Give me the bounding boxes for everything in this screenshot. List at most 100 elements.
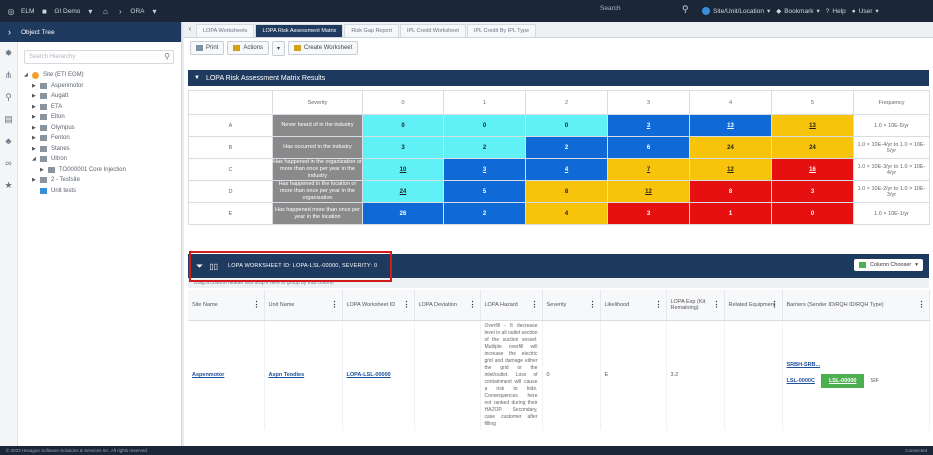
worksheet-link[interactable]: LOPA-LSL-00000 <box>342 320 415 430</box>
tree-node[interactable]: ▶ Fenton <box>24 133 179 144</box>
tree-node[interactable]: Unit tests <box>24 186 179 197</box>
matrix-cell[interactable]: 26 <box>362 202 444 225</box>
tree-node[interactable]: ▶ Stanes <box>24 144 179 155</box>
matrix-cell[interactable]: 12 <box>607 180 690 203</box>
expand-icon[interactable]: ▶ <box>32 93 40 99</box>
global-search-input[interactable]: Search <box>600 5 675 17</box>
expand-icon[interactable]: ▶ <box>32 177 40 183</box>
user-menu[interactable]: ● User ▾ <box>852 7 879 16</box>
bookmark-menu[interactable]: ◆ Bookmark ▾ <box>776 7 820 16</box>
rail-link-icon[interactable]: ∞ <box>0 152 17 174</box>
matrix-cell[interactable]: 4 <box>525 158 608 181</box>
column-menu-icon[interactable]: ⋮ <box>918 300 926 309</box>
tab-risk-gap-report[interactable]: Risk Gap Report <box>344 24 399 37</box>
matrix-cell[interactable]: 3 <box>443 158 526 181</box>
column-menu-icon[interactable]: ⋮ <box>253 300 261 309</box>
collapse-triangle-icon[interactable]: ▼ <box>194 75 200 81</box>
rail-search-icon[interactable]: ⚲ <box>0 86 17 108</box>
module-name[interactable]: ORA <box>130 8 144 15</box>
column-menu-icon[interactable]: ⋮ <box>589 300 597 309</box>
column-menu-icon[interactable]: ⋮ <box>655 300 663 309</box>
rail-document-icon[interactable]: ▤ <box>0 108 17 130</box>
chevron-down-icon[interactable]: ▾ <box>85 7 95 16</box>
barrier-link[interactable]: LSL-0000C <box>787 378 815 384</box>
matrix-cell[interactable]: 4 <box>525 202 608 225</box>
rail-star-icon[interactable]: ✸ <box>0 42 17 64</box>
search-icon[interactable]: ⚲ <box>682 4 689 15</box>
tree-node[interactable]: ◢ Site (ETI EGM) <box>24 70 179 81</box>
create-worksheet-button[interactable]: Create Worksheet <box>288 41 359 55</box>
matrix-cell[interactable]: 13 <box>771 114 854 137</box>
hierarchy-search-input[interactable]: Search Hierarchy ⚲ <box>24 50 174 64</box>
actions-button[interactable]: Actions <box>227 41 270 55</box>
product-name[interactable]: GI Demo <box>54 8 80 15</box>
home-icon[interactable]: ⌂ <box>100 7 110 16</box>
expand-icon[interactable]: ▶ <box>32 114 40 120</box>
col-header-likelihood[interactable]: Likelihood ⋮ <box>600 290 667 321</box>
tab-risk-matrix[interactable]: LOPA Risk Assessment Matrix <box>255 24 344 37</box>
matrix-cell[interactable]: 24 <box>362 180 444 203</box>
tree-node[interactable]: ◢ Ultron <box>24 154 179 165</box>
matrix-cell[interactable]: 16 <box>771 158 854 181</box>
expand-icon[interactable]: ▶ <box>40 167 48 173</box>
expand-icon[interactable]: ▶ <box>32 83 40 89</box>
tree-node[interactable]: ▶ ETA <box>24 102 179 113</box>
tree-node[interactable]: ▶ Aspenmotor <box>24 81 179 92</box>
matrix-cell[interactable]: 5 <box>443 180 526 203</box>
barrier-link[interactable]: SRBH-SRB... <box>787 362 925 368</box>
search-icon[interactable]: ⚲ <box>164 52 170 61</box>
matrix-cell[interactable]: 3 <box>607 114 690 137</box>
tree-node[interactable]: ▶ TO000001 Core Injection <box>24 165 179 176</box>
matrix-cell[interactable]: 0 <box>443 114 526 137</box>
matrix-cell[interactable]: 8 <box>525 180 608 203</box>
actions-dropdown-button[interactable]: ▾ <box>272 40 286 56</box>
tab-ipl-credit-worksheet[interactable]: IPL Credit Worksheet <box>399 24 466 37</box>
expand-icon[interactable]: ▶ <box>32 146 40 152</box>
col-header-barriers[interactable]: Barriers (Sender ID/RQH ID/RQH Type) ⋮ <box>782 290 930 321</box>
col-header-severity[interactable]: Severity ⋮ <box>542 290 601 321</box>
rail-hierarchy-icon[interactable]: ⋔ <box>0 64 17 86</box>
collapse-icon[interactable]: ◢ <box>24 72 32 78</box>
col-header-site[interactable]: Site Name ⋮ <box>188 290 265 321</box>
column-chooser-button[interactable]: Column Chooser ▾ <box>853 259 923 271</box>
matrix-cell[interactable]: 3 <box>771 180 854 203</box>
matrix-cell[interactable]: 0 <box>362 114 444 137</box>
matrix-cell[interactable]: 13 <box>689 114 772 137</box>
column-menu-icon[interactable]: ⋮ <box>403 300 411 309</box>
site-link[interactable]: Aspenmotor <box>188 320 265 430</box>
tree-node[interactable]: ▶ Olympus <box>24 123 179 134</box>
matrix-cell[interactable]: 0 <box>525 114 608 137</box>
section-header[interactable]: ▼ LOPA Risk Assessment Matrix Results <box>188 70 929 86</box>
help-menu[interactable]: ? Help <box>826 8 846 15</box>
matrix-cell[interactable]: 8 <box>689 180 772 203</box>
col-header-hazard[interactable]: LOPA Hazard ⋮ <box>480 290 543 321</box>
expand-icon[interactable]: ▶ <box>32 135 40 141</box>
expand-panel-icon[interactable]: › <box>8 27 11 37</box>
chevron-down-icon[interactable]: ▾ <box>149 7 159 16</box>
column-menu-icon[interactable]: ⋮ <box>771 300 779 309</box>
matrix-cell[interactable]: 2 <box>443 136 526 159</box>
rail-tree-icon[interactable]: ♣ <box>0 130 17 152</box>
matrix-cell[interactable]: 3 <box>607 202 690 225</box>
matrix-cell[interactable]: 24 <box>771 136 854 159</box>
rail-favorite-icon[interactable]: ★ <box>0 174 17 196</box>
tab-ipl-credit-by-type[interactable]: IPL Credit By IPL Type <box>466 24 537 37</box>
matrix-cell[interactable]: 12 <box>689 158 772 181</box>
matrix-cell[interactable]: 2 <box>525 136 608 159</box>
tree-node[interactable]: ▶ Elton <box>24 112 179 123</box>
matrix-cell[interactable]: 2 <box>443 202 526 225</box>
matrix-cell[interactable]: 10 <box>362 158 444 181</box>
tree-node[interactable]: ▶ Augatt <box>24 91 179 102</box>
app-logo-icon[interactable]: ◎ <box>6 7 16 16</box>
barrier-link-highlighted[interactable]: LSL-00000 <box>820 374 865 388</box>
unit-link[interactable]: Aspn Teodies <box>264 320 343 430</box>
matrix-cell[interactable]: 7 <box>607 158 690 181</box>
tab-lopa-worksheets[interactable]: LOPA Worksheets <box>196 24 255 37</box>
column-menu-icon[interactable]: ⋮ <box>713 300 721 309</box>
matrix-cell[interactable]: 24 <box>689 136 772 159</box>
col-header-exp[interactable]: LOPA Exp (Kit Remaining) ⋮ <box>666 290 725 321</box>
expand-icon[interactable]: ▶ <box>32 125 40 131</box>
matrix-cell[interactable]: 1 <box>689 202 772 225</box>
tree-node[interactable]: ▶ 2 - Testsite <box>24 175 179 186</box>
column-menu-icon[interactable]: ⋮ <box>531 300 539 309</box>
